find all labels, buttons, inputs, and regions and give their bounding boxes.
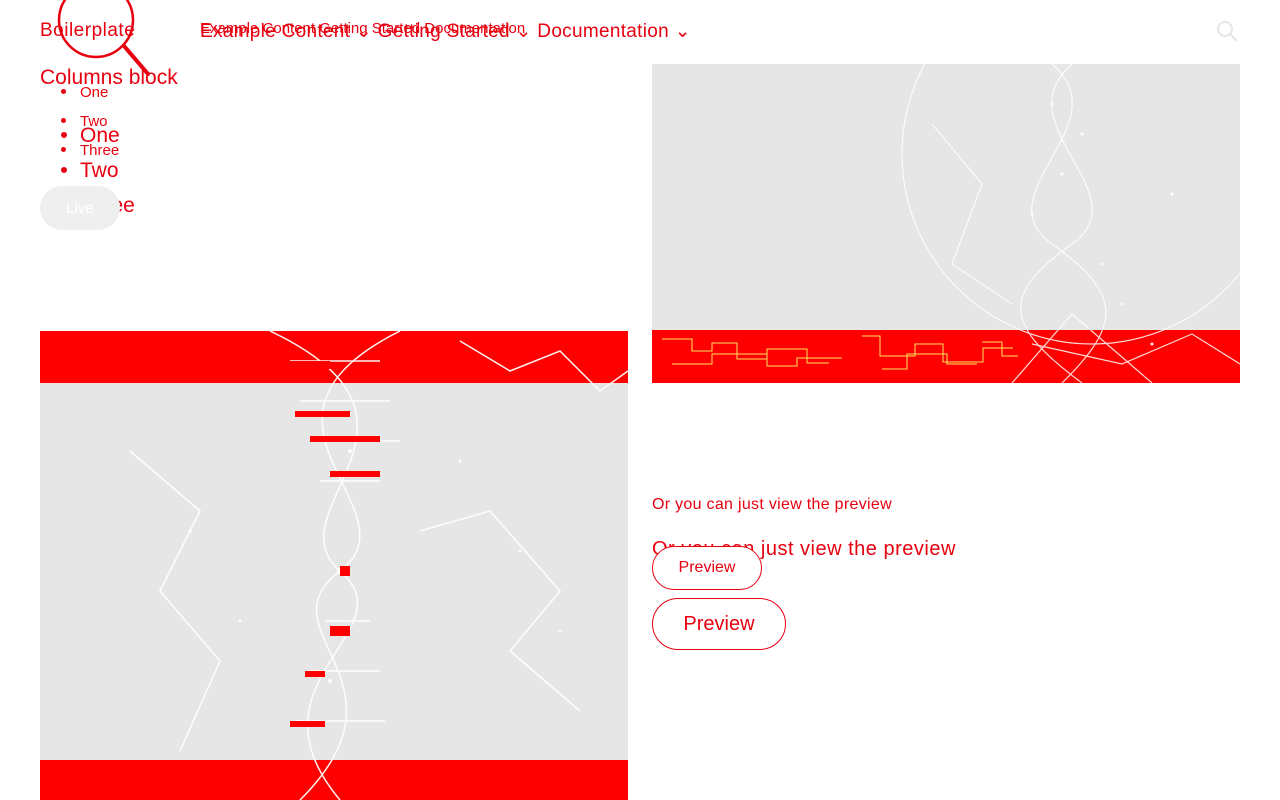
- dna-image-top: [652, 64, 1240, 383]
- live-button[interactable]: Live: [40, 186, 120, 230]
- dna-image-bottom: [40, 331, 628, 800]
- list-item: One: [40, 78, 119, 107]
- list-item: Two: [40, 153, 135, 188]
- list-item: One: [40, 118, 135, 153]
- preview-button[interactable]: Preview: [652, 598, 786, 650]
- preview-button-small[interactable]: Preview: [652, 546, 762, 590]
- dna-illustration-top: [652, 64, 1240, 383]
- dna-illustration-bottom: [40, 331, 628, 800]
- search-icon[interactable]: [1216, 20, 1238, 42]
- main-nav[interactable]: Example Content ⌄ Getting Started ⌄ Docu…: [200, 20, 691, 43]
- preview-text-small: Or you can just view the preview: [652, 496, 892, 513]
